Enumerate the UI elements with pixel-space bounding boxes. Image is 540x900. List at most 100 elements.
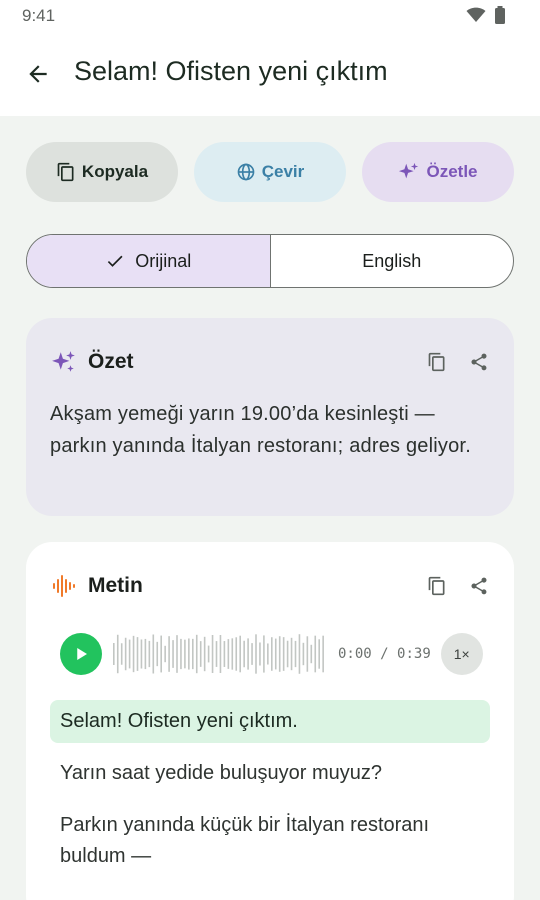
waveform-bar (113, 643, 115, 665)
transcript-sentence[interactable]: Yarın saat yedide buluşuyor muyuz? (50, 752, 490, 795)
waveform-bar (227, 639, 230, 669)
waveform-bar (310, 644, 313, 664)
page-title: Selam! Ofisten yeni çıktım (74, 56, 388, 86)
waveform-bar (219, 635, 222, 673)
waveform-bar (259, 642, 261, 666)
playback-time: 0:00 / 0:39 (338, 646, 431, 662)
summarize-button-label: Özetle (426, 162, 478, 181)
duration: 0:39 (397, 646, 431, 662)
waveform-bar (207, 645, 210, 663)
translate-button[interactable]: Çevir (194, 142, 346, 202)
language-toggle: Orijinal English (26, 234, 514, 288)
waveform-bar (302, 642, 305, 666)
transcript-sentences: Selam! Ofisten yeni çıktım. Yarın saat y… (50, 700, 490, 887)
copy-button[interactable]: Kopyala (26, 142, 178, 202)
play-button[interactable] (60, 633, 102, 675)
waveform-bar (120, 643, 123, 665)
transcript-header: Metin (50, 568, 490, 604)
waveform-bar (136, 637, 139, 671)
waveform-bar (203, 636, 206, 672)
segment-english-label: English (362, 250, 422, 271)
playback-speed-button[interactable]: 1× (440, 633, 483, 675)
waveform-bar (271, 637, 273, 671)
waveform-bar (160, 635, 162, 673)
waveform-bar (211, 634, 214, 674)
app-bar: Selam! Ofisten yeni çıktım (0, 32, 540, 116)
waveform-bar (286, 640, 289, 668)
waveform-bar (267, 643, 269, 665)
waveform-bar (215, 641, 218, 667)
summary-share-button[interactable] (468, 351, 490, 373)
current-time: 0:00 (338, 646, 372, 662)
transcript-sentence[interactable]: Parkın yanında küçük bir İtalyan restora… (50, 804, 490, 878)
transcript-share-button[interactable] (468, 575, 490, 597)
waveform-bar (192, 638, 194, 670)
action-row: Kopyala Çevir Özetle (26, 142, 514, 202)
summary-text: Akşam yemeği yarın 19.00’da kesinleşti —… (50, 403, 471, 457)
segment-english[interactable]: English (271, 235, 514, 287)
waveform-bar (180, 638, 182, 670)
copy-icon (428, 576, 445, 596)
waveform-bar (168, 636, 170, 672)
copy-icon (57, 162, 74, 182)
waveform-bar (231, 638, 234, 670)
segment-original[interactable]: Orijinal (27, 235, 271, 287)
transcript-actions (426, 575, 490, 597)
status-bar: 9:41 (0, 0, 540, 32)
waveform-bar (144, 638, 147, 670)
time-separator: / (380, 646, 389, 662)
waveform-bar (124, 637, 127, 671)
waveform-bar (314, 635, 317, 673)
waveform-bar (298, 634, 301, 674)
waveform-bar (282, 637, 285, 671)
waveform-bar (278, 636, 281, 672)
battery-icon (494, 6, 506, 29)
waveform-bar (255, 634, 257, 674)
waveform-bar (247, 638, 249, 670)
audio-waveform-icon (50, 572, 78, 600)
waveform-bar (263, 635, 265, 673)
waveform-bar (251, 643, 253, 665)
waveform-bar (243, 640, 245, 668)
check-icon (108, 255, 123, 267)
back-button[interactable] (20, 56, 56, 92)
summary-actions (426, 351, 490, 373)
share-icon (471, 353, 487, 371)
audio-player: 0:00 / 0:39 1× (60, 632, 490, 676)
sparkle-icon (50, 348, 78, 376)
waveform-bar (318, 639, 320, 669)
transcript-card: Metin 0:00 / 0:39 1× Selam! Ofisten yeni… (26, 542, 514, 900)
play-icon (77, 648, 87, 660)
waveform-bar (195, 634, 198, 674)
summarize-button[interactable]: Özetle (362, 142, 514, 202)
waveform-bar (235, 637, 238, 671)
copy-button-label: Kopyala (81, 162, 149, 181)
waveform-bar (156, 641, 159, 667)
waveform-bar (188, 638, 190, 670)
waveform-bar (184, 639, 186, 669)
waveform-bar (199, 641, 202, 667)
arrow-back-icon (29, 65, 47, 83)
transcript-copy-button[interactable] (426, 575, 448, 597)
waveform-bar (128, 639, 131, 669)
summary-copy-button[interactable] (426, 351, 448, 373)
waveform-bar (176, 635, 178, 673)
wifi-icon (466, 7, 486, 28)
sparkle-icon (399, 162, 419, 179)
waveform-bar (306, 636, 309, 672)
summary-header: Özet (50, 344, 490, 380)
transcript-title: Metin (88, 574, 143, 597)
transcript-sentence-active[interactable]: Selam! Ofisten yeni çıktım. (50, 700, 490, 743)
audio-waveform[interactable] (112, 632, 326, 676)
translate-button-label: Çevir (261, 162, 305, 181)
waveform-bar (172, 640, 174, 668)
waveform-bar (322, 635, 324, 673)
waveform-bar (164, 645, 166, 663)
status-time: 9:41 (22, 6, 56, 25)
segment-original-label: Orijinal (135, 250, 192, 271)
waveform-bar (274, 638, 277, 670)
waveform-bar (132, 635, 135, 673)
waveform-bar (294, 640, 297, 668)
waveform-bar (223, 641, 226, 667)
share-icon (471, 577, 487, 595)
